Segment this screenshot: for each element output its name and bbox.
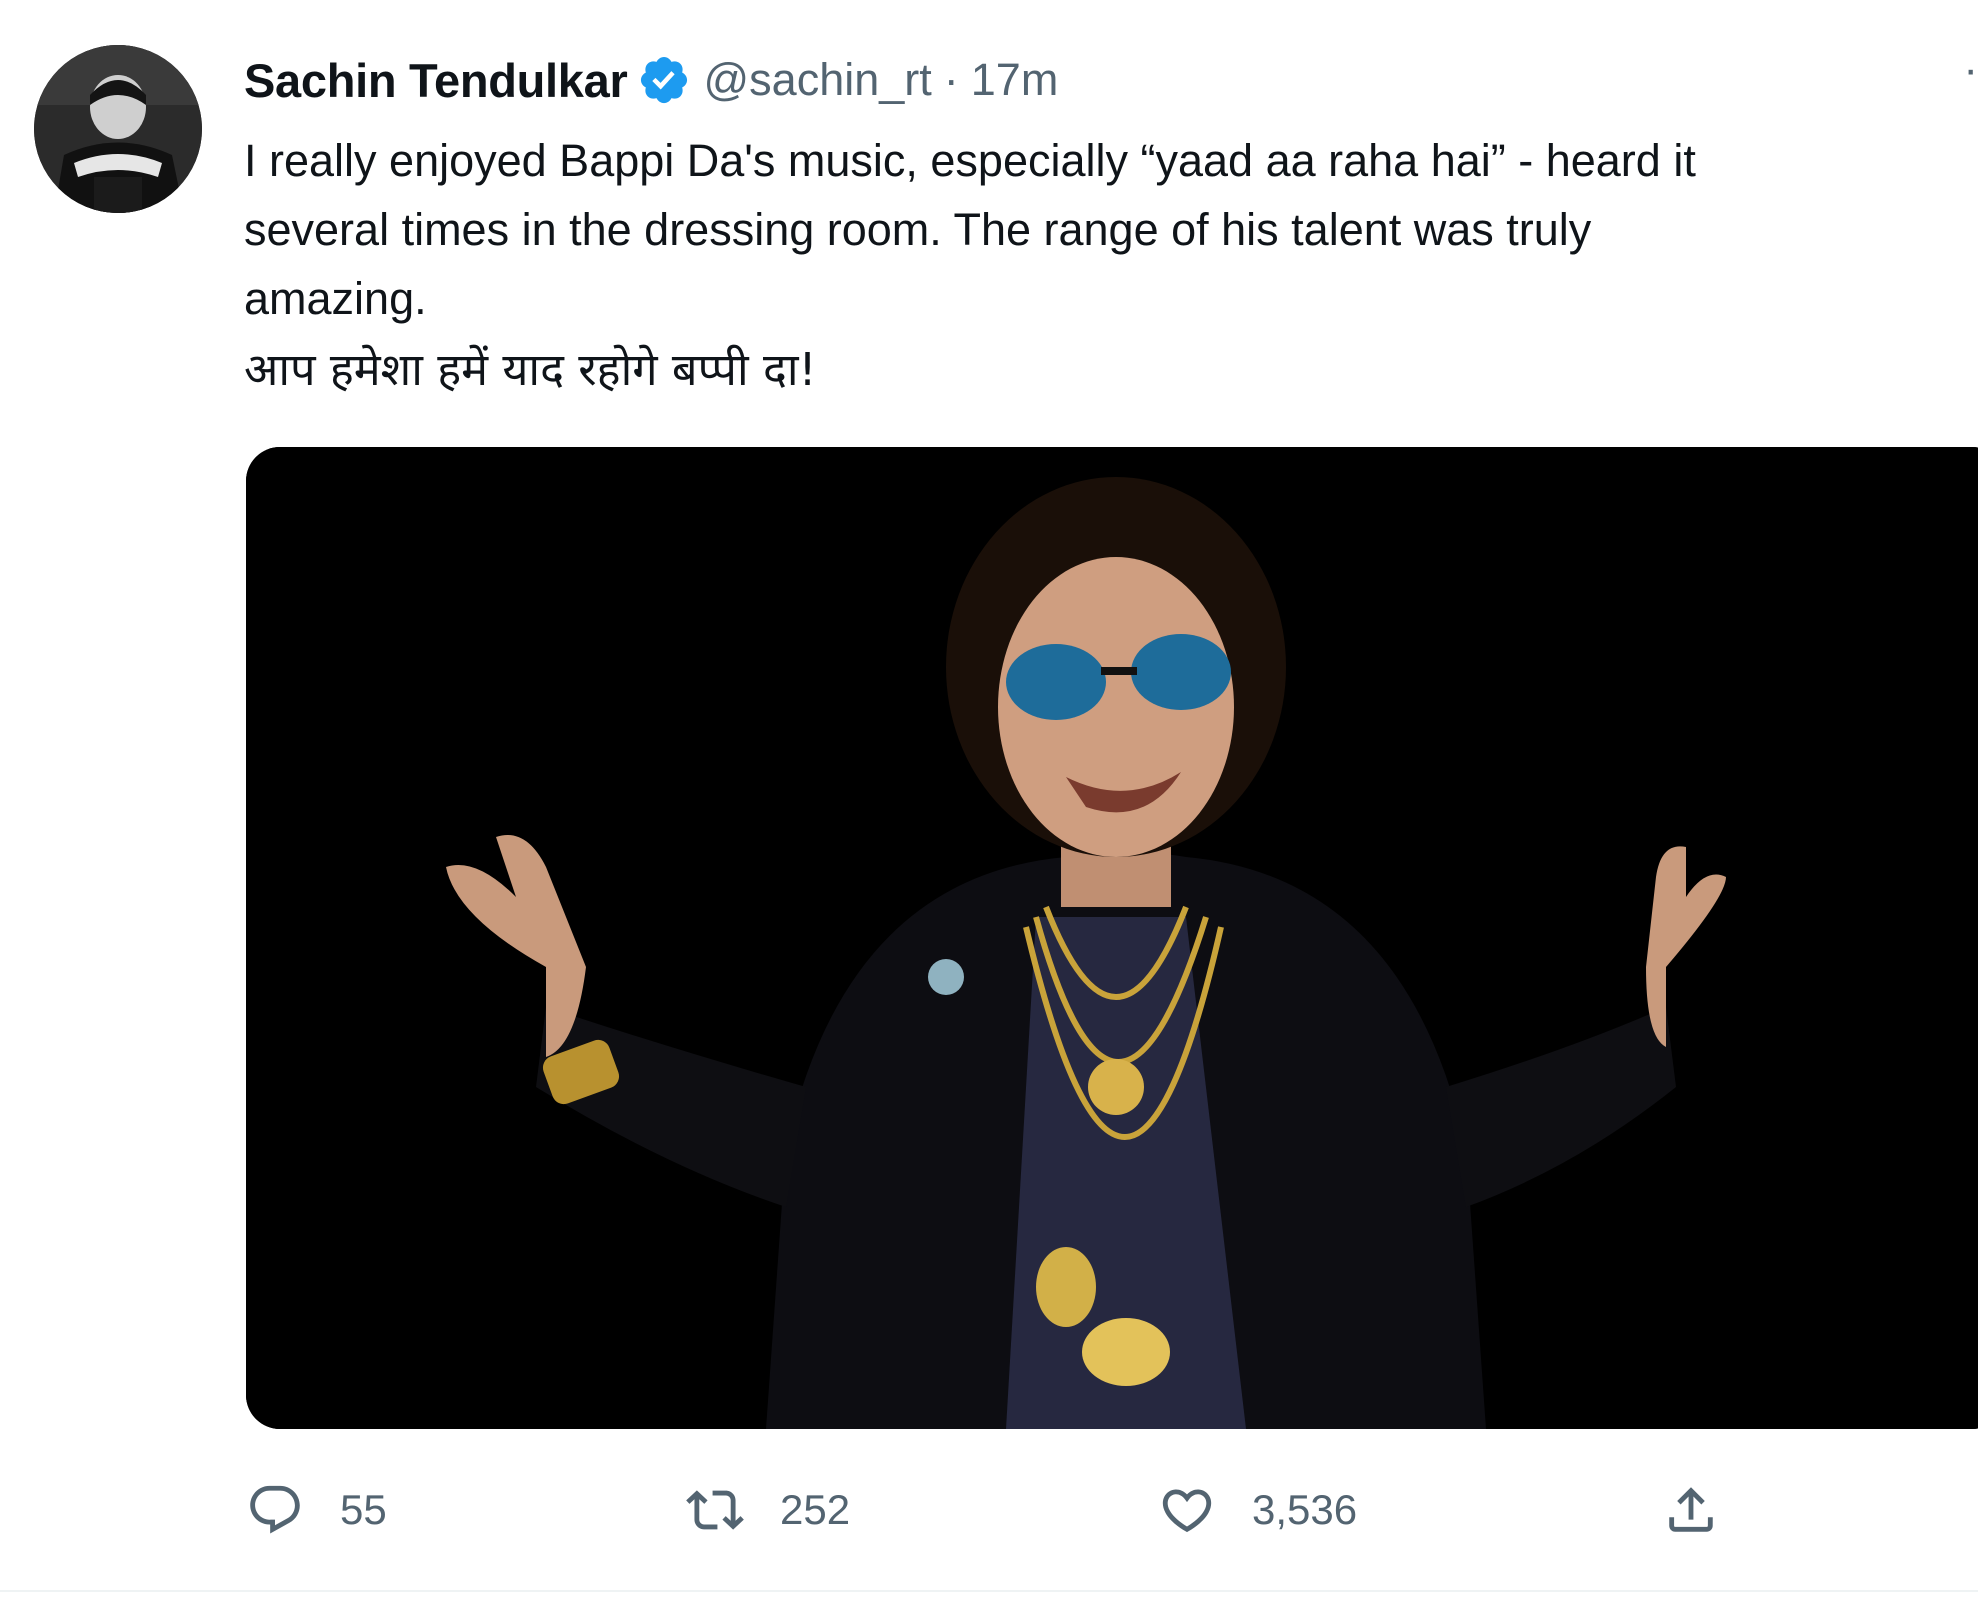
reply-icon	[250, 1485, 300, 1534]
header-separator: ·	[943, 54, 959, 105]
tweet-text-line: I really enjoyed Bappi Da's music, espec…	[244, 135, 1696, 186]
author-handle[interactable]: @sachin_rt	[703, 54, 931, 106]
retweet-button[interactable]: 252	[686, 1470, 850, 1550]
like-button[interactable]: 3,536	[1158, 1470, 1357, 1550]
like-count: 3,536	[1252, 1486, 1358, 1533]
verified-badge-icon	[637, 53, 691, 107]
reply-count: 55	[340, 1486, 387, 1533]
reply-button[interactable]: 55	[246, 1470, 387, 1550]
tweet-card[interactable]: Sachin Tendulkar @sachin_rt · 17m · I re…	[0, 0, 1978, 1592]
media-photo	[246, 447, 1978, 1429]
tweet-text-line: amazing.	[244, 273, 427, 324]
avatar[interactable]	[34, 45, 202, 213]
tweet-media-image[interactable]	[246, 447, 1978, 1429]
author-display-name[interactable]: Sachin Tendulkar	[244, 53, 628, 108]
tweet-header: Sachin Tendulkar @sachin_rt · 17m	[244, 48, 1058, 112]
retweet-count: 252	[780, 1486, 851, 1533]
tweet-timestamp[interactable]: 17m	[971, 54, 1059, 106]
tweet-text: I really enjoyed Bappi Da's music, espec…	[244, 126, 1964, 404]
like-icon	[1162, 1489, 1212, 1533]
tweet-actions: 55 252 3,536	[246, 1470, 1746, 1550]
retweet-icon	[686, 1490, 744, 1530]
more-dots-icon[interactable]: ·	[1948, 48, 1978, 100]
share-icon	[1669, 1487, 1713, 1532]
tweet-text-hindi: आप हमेशा हमें याद रहोगे बप्पी दा!	[244, 343, 817, 396]
tweet-text-line: several times in the dressing room. The …	[244, 204, 1592, 255]
avatar-photo	[34, 45, 202, 213]
share-button[interactable]	[1662, 1470, 1720, 1550]
